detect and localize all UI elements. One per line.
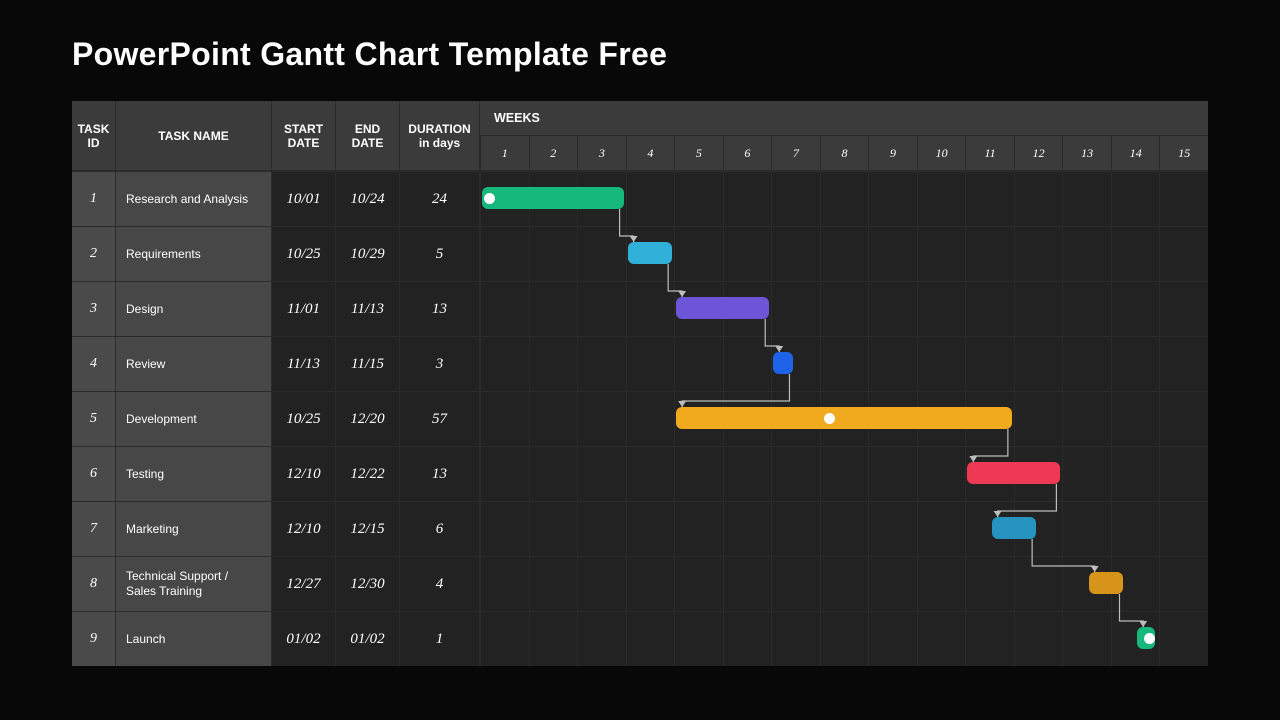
col-header-end: END DATE bbox=[336, 101, 400, 171]
task-start: 12/27 bbox=[272, 556, 336, 611]
gantt-bar bbox=[967, 462, 1060, 484]
col-header-duration: DURATION in days bbox=[400, 101, 480, 171]
task-dur: 6 bbox=[400, 501, 480, 556]
task-dur: 3 bbox=[400, 336, 480, 391]
task-id: 1 bbox=[72, 171, 116, 226]
task-name: Marketing bbox=[116, 501, 272, 556]
gantt-bar bbox=[1089, 572, 1124, 594]
week-tick: 6 bbox=[723, 136, 772, 171]
gantt-row bbox=[480, 336, 1208, 391]
task-end: 12/30 bbox=[336, 556, 400, 611]
gantt-row bbox=[480, 446, 1208, 501]
task-id: 3 bbox=[72, 281, 116, 336]
week-tick: 14 bbox=[1111, 136, 1160, 171]
gantt-bar bbox=[628, 242, 673, 264]
task-id: 2 bbox=[72, 226, 116, 281]
task-end: 12/22 bbox=[336, 446, 400, 501]
gantt-bar bbox=[676, 407, 1012, 429]
task-start: 10/25 bbox=[272, 226, 336, 281]
milestone-dot bbox=[484, 193, 495, 204]
week-tick: 8 bbox=[820, 136, 869, 171]
gantt-row bbox=[480, 611, 1208, 666]
gantt-timeline: WEEKS 123456789101112131415 bbox=[480, 101, 1208, 666]
task-dur: 4 bbox=[400, 556, 480, 611]
task-dur: 5 bbox=[400, 226, 480, 281]
task-start: 12/10 bbox=[272, 501, 336, 556]
task-table: TASK ID 123456789 TASK NAME Research and… bbox=[72, 101, 480, 666]
gantt-bar bbox=[676, 297, 769, 319]
task-name: Development bbox=[116, 391, 272, 446]
task-id: 8 bbox=[72, 556, 116, 611]
task-start: 12/10 bbox=[272, 446, 336, 501]
gantt-bar bbox=[773, 352, 793, 374]
gantt-row bbox=[480, 281, 1208, 336]
week-tick: 7 bbox=[771, 136, 820, 171]
week-tick: 1 bbox=[480, 136, 529, 171]
week-tick: 4 bbox=[626, 136, 675, 171]
gantt-chart: TASK ID 123456789 TASK NAME Research and… bbox=[72, 101, 1208, 666]
week-tick: 12 bbox=[1014, 136, 1063, 171]
task-name: Requirements bbox=[116, 226, 272, 281]
gantt-bar bbox=[482, 187, 624, 209]
week-tick: 5 bbox=[674, 136, 723, 171]
task-name: Design bbox=[116, 281, 272, 336]
weeks-scale: 123456789101112131415 bbox=[480, 136, 1208, 171]
gantt-row bbox=[480, 501, 1208, 556]
task-id: 7 bbox=[72, 501, 116, 556]
task-dur: 13 bbox=[400, 446, 480, 501]
task-name: Technical Support / Sales Training bbox=[116, 556, 272, 611]
week-tick: 15 bbox=[1159, 136, 1208, 171]
task-name: Review bbox=[116, 336, 272, 391]
task-name: Launch bbox=[116, 611, 272, 666]
col-header-start: START DATE bbox=[272, 101, 336, 171]
week-tick: 9 bbox=[868, 136, 917, 171]
task-name: Research and Analysis bbox=[116, 171, 272, 226]
task-id: 9 bbox=[72, 611, 116, 666]
col-header-name: TASK NAME bbox=[116, 101, 272, 171]
task-id: 5 bbox=[72, 391, 116, 446]
page-title: PowerPoint Gantt Chart Template Free bbox=[72, 36, 1208, 73]
week-tick: 13 bbox=[1062, 136, 1111, 171]
task-id: 6 bbox=[72, 446, 116, 501]
week-tick: 11 bbox=[965, 136, 1014, 171]
task-start: 10/25 bbox=[272, 391, 336, 446]
task-end: 10/29 bbox=[336, 226, 400, 281]
weeks-label: WEEKS bbox=[480, 101, 1208, 136]
col-header-id: TASK ID bbox=[72, 101, 116, 171]
task-end: 10/24 bbox=[336, 171, 400, 226]
task-dur: 24 bbox=[400, 171, 480, 226]
gantt-grid bbox=[480, 171, 1208, 666]
task-start: 11/01 bbox=[272, 281, 336, 336]
task-end: 12/15 bbox=[336, 501, 400, 556]
milestone-dot bbox=[824, 413, 835, 424]
task-end: 11/13 bbox=[336, 281, 400, 336]
task-end: 01/02 bbox=[336, 611, 400, 666]
task-end: 11/15 bbox=[336, 336, 400, 391]
task-name: Testing bbox=[116, 446, 272, 501]
task-dur: 1 bbox=[400, 611, 480, 666]
week-tick: 3 bbox=[577, 136, 626, 171]
task-start: 01/02 bbox=[272, 611, 336, 666]
gantt-row bbox=[480, 226, 1208, 281]
task-dur: 57 bbox=[400, 391, 480, 446]
task-end: 12/20 bbox=[336, 391, 400, 446]
milestone-dot bbox=[1144, 633, 1155, 644]
week-tick: 2 bbox=[529, 136, 578, 171]
task-start: 10/01 bbox=[272, 171, 336, 226]
task-id: 4 bbox=[72, 336, 116, 391]
task-dur: 13 bbox=[400, 281, 480, 336]
gantt-bar bbox=[992, 517, 1037, 539]
week-tick: 10 bbox=[917, 136, 966, 171]
task-start: 11/13 bbox=[272, 336, 336, 391]
